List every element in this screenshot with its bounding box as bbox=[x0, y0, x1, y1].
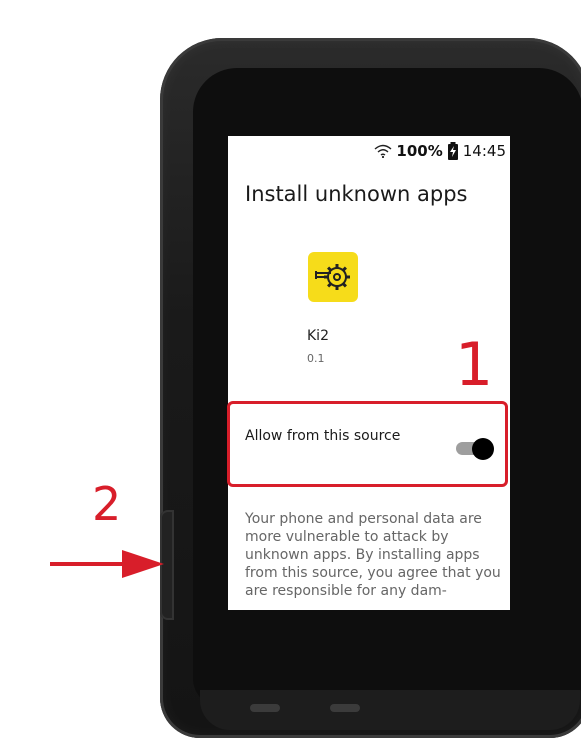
wifi-icon bbox=[374, 144, 392, 158]
callout-number-2: 2 bbox=[92, 477, 122, 531]
app-name: Ki2 bbox=[307, 328, 329, 344]
status-bar: 100% 14:45 bbox=[374, 140, 506, 162]
battery-charging-icon bbox=[447, 142, 459, 160]
highlight-box bbox=[227, 401, 508, 487]
callout-number-1: 1 bbox=[455, 330, 494, 400]
security-warning-text: Your phone and personal data are more vu… bbox=[245, 511, 501, 599]
battery-percent: 100% bbox=[396, 142, 443, 160]
bottom-port bbox=[330, 704, 360, 712]
page-title: Install unknown apps bbox=[245, 182, 468, 206]
right-arrow-icon bbox=[50, 548, 165, 584]
clock: 14:45 bbox=[462, 142, 506, 160]
sprocket-app-icon bbox=[308, 252, 358, 302]
bottom-port bbox=[250, 704, 280, 712]
app-version: 0.1 bbox=[307, 352, 325, 365]
